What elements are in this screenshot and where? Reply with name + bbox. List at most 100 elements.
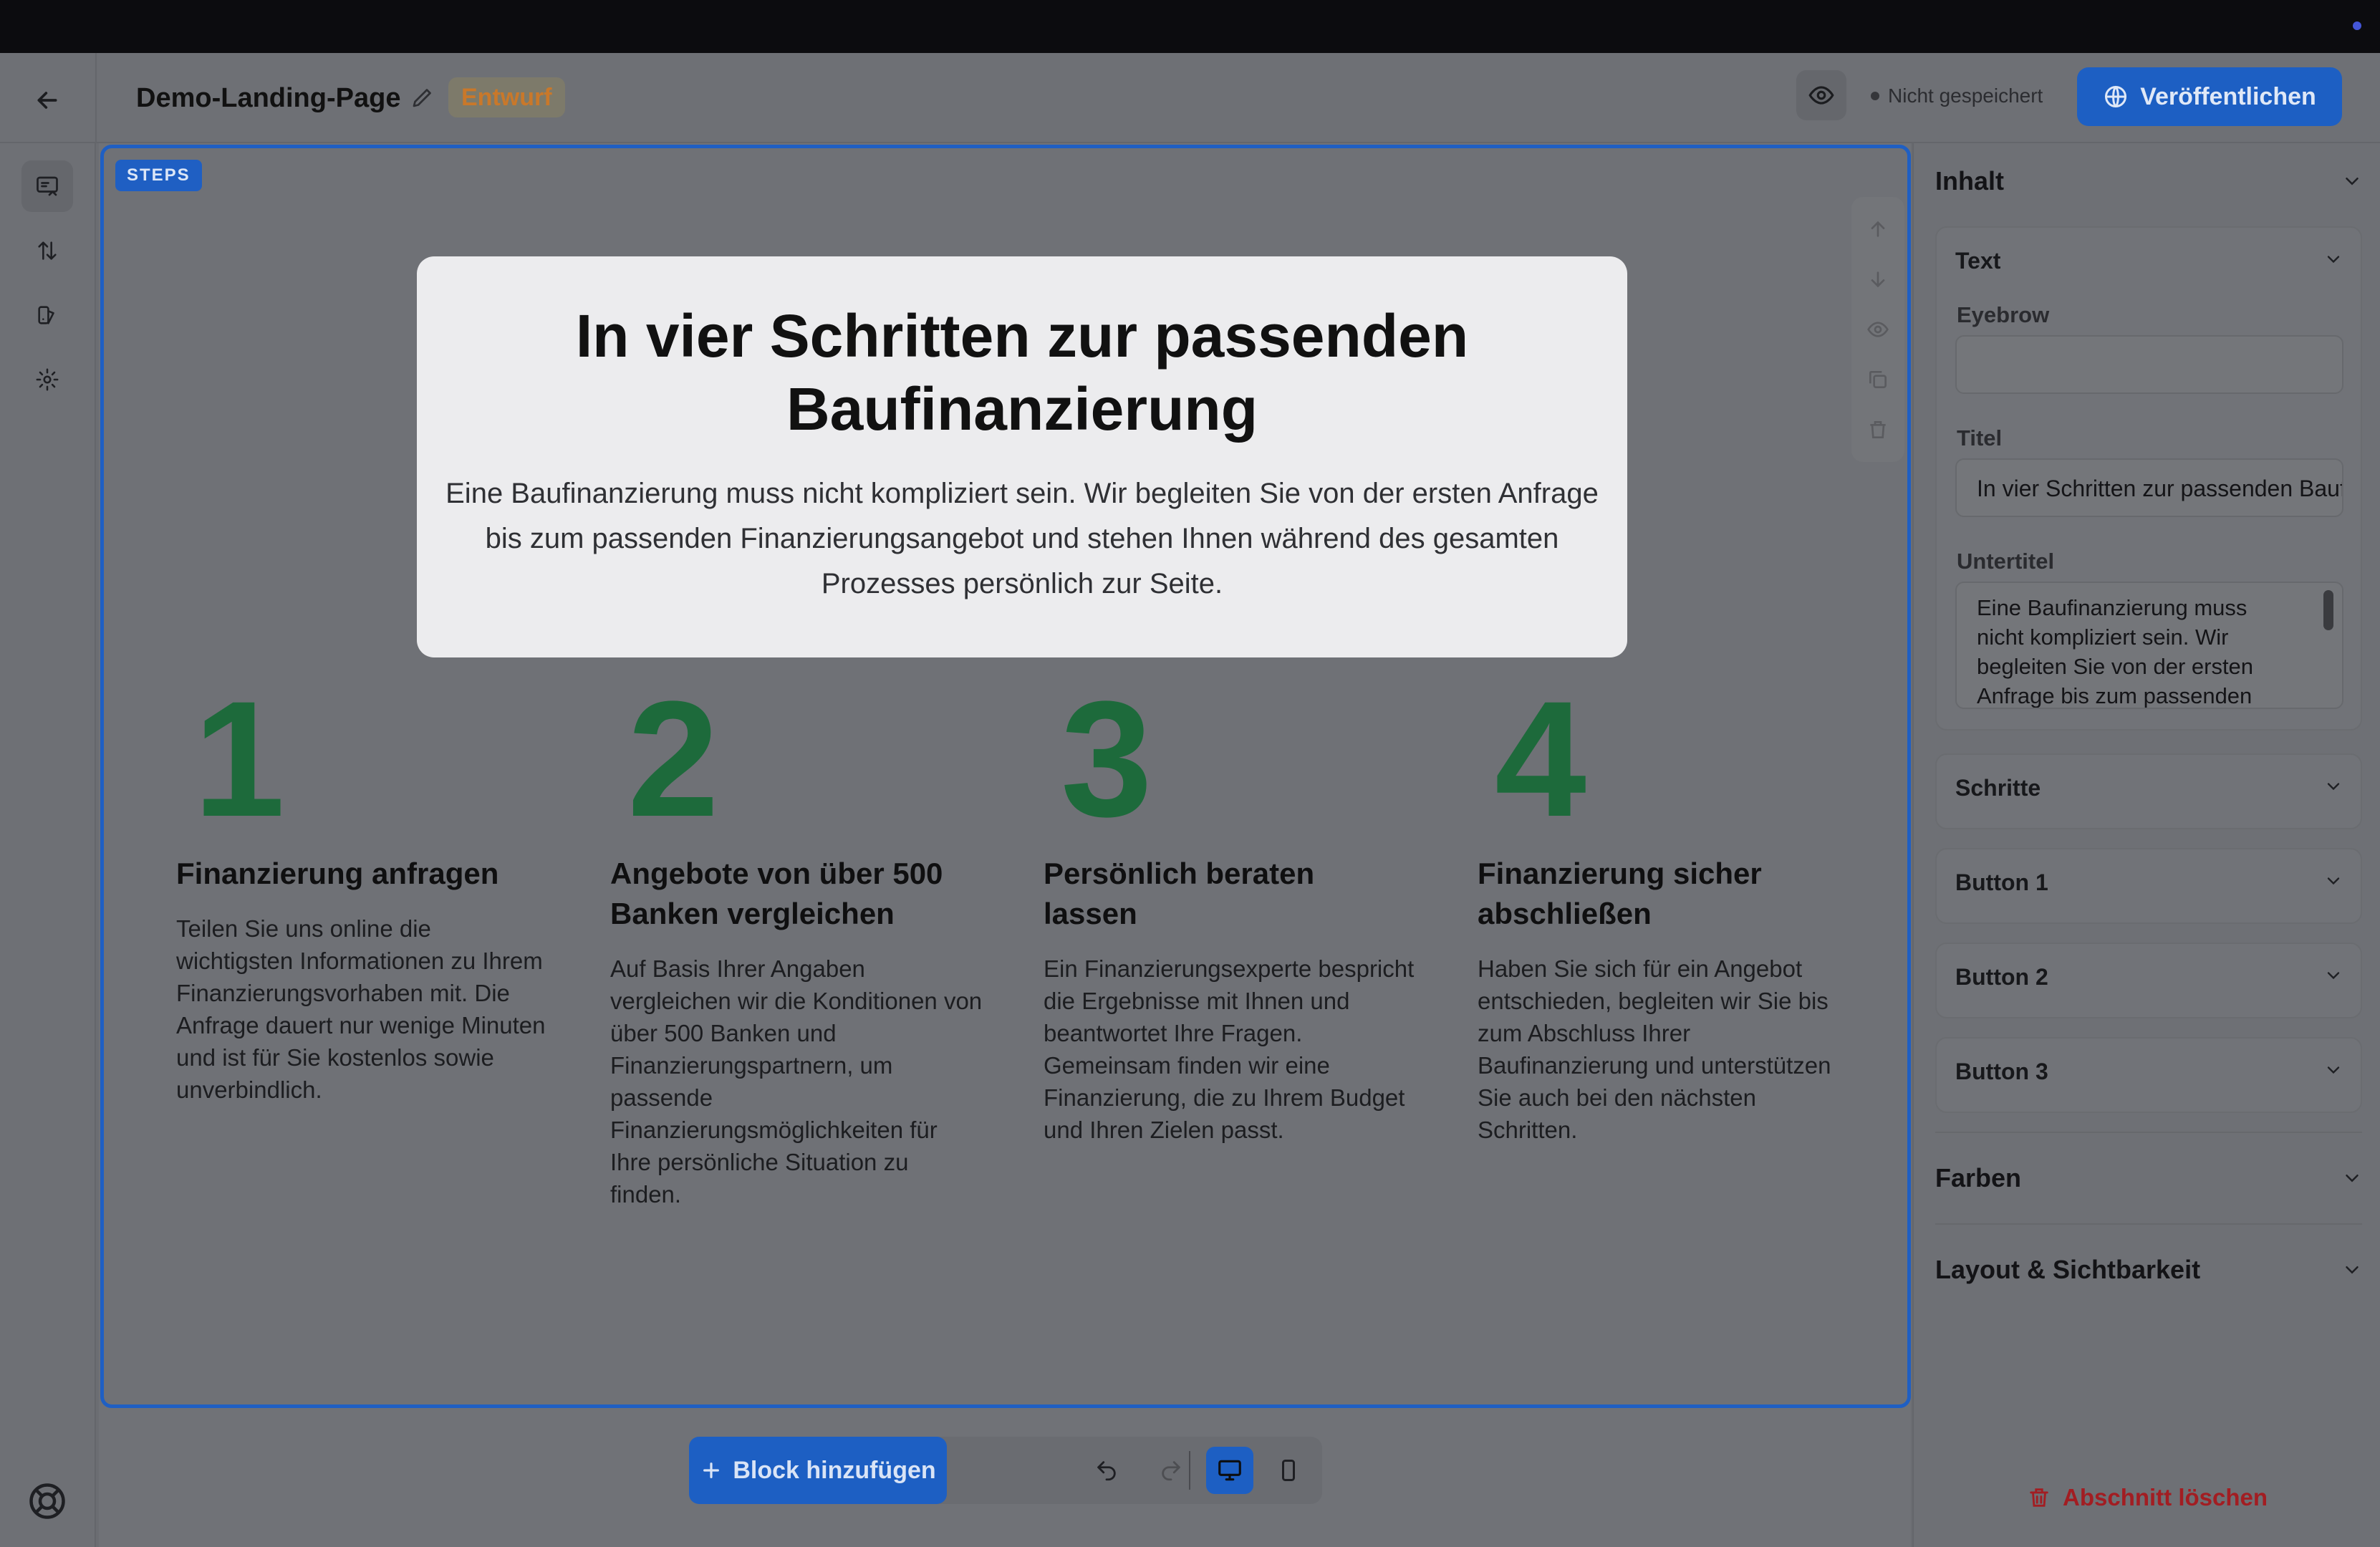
toolbar-divider [1189,1451,1190,1490]
publish-button[interactable]: Veröffentlichen [2077,67,2342,126]
redo-icon [1162,1461,1180,1481]
layout-heading[interactable]: Layout & Sichtbarkeit [1935,1255,2200,1285]
status-dot [2353,21,2361,30]
trash-icon[interactable] [1866,418,1889,441]
step-number: 4 [1495,667,1586,851]
back-button[interactable] [26,80,69,120]
system-top-bar [0,0,2380,53]
preview-button[interactable] [1796,70,1846,120]
text-card-title[interactable]: Text [1955,248,2000,274]
button-1-card[interactable]: Button 1 [1935,848,2362,924]
delete-section-label: Abschnitt löschen [2063,1484,2268,1510]
page-title: Demo-Landing-Page [136,83,401,113]
text-card: Text Eyebrow Titel In vier Schritten zur… [1935,226,2362,731]
editor-header: Demo-Landing-Page Entwurf Nicht gespeich… [0,53,2380,143]
step-title: Finanzierung anfragen [176,857,499,890]
properties-panel: Inhalt Text Eyebrow Titel In vier Schrit… [1912,143,2380,1547]
button-2-card[interactable]: Button 2 [1935,943,2362,1018]
eye-icon [1808,86,1834,105]
steps-card-title: Schritte [1955,775,2041,801]
help-button[interactable] [26,1480,69,1526]
plus-icon [703,1462,720,1478]
eyebrow-label: Eyebrow [1957,302,2050,327]
save-status: Nicht gespeichert [1871,85,2043,107]
save-status-label: Nicht gespeichert [1888,85,2043,107]
left-toolbar [0,143,96,1547]
section-tools [1851,197,1904,462]
arrow-left-icon [37,92,57,109]
title-label: Titel [1957,425,2003,450]
add-block-label: Block hinzufügen [733,1456,936,1484]
chevron-down-icon[interactable] [2341,1167,2363,1189]
content-heading[interactable]: Inhalt [1935,166,2004,196]
step-number: 1 [193,667,285,851]
section-type-tag: STEPS [115,160,202,191]
move-down-icon[interactable] [1866,268,1889,291]
lifebuoy-icon [29,1483,65,1519]
step-description: Auf Basis Ihrer Angaben vergleichen wir … [610,955,983,1208]
add-block-button[interactable]: Block hinzufügen [689,1437,947,1504]
section-subtitle: Eine Baufinanzierung muss nicht komplizi… [445,478,1599,599]
step-item[interactable]: 2 Angebote von über 500 Banken vergleich… [610,673,983,1210]
chevron-down-icon[interactable] [2323,249,2343,269]
reorder-tool-button[interactable] [21,225,73,276]
step-title: Persönlich beraten lassen [1044,857,1315,930]
chevron-down-icon[interactable] [2323,965,2343,985]
undo-button[interactable] [1083,1447,1130,1494]
section-heading-card[interactable]: In vier Schritten zur passenden Baufinan… [417,256,1627,657]
steps-card[interactable]: Schritte [1935,753,2362,829]
desktop-view-button[interactable] [1206,1447,1253,1494]
button-1-card-title: Button 1 [1955,869,2048,895]
step-item[interactable]: 1 Finanzierung anfragen Teilen Sie uns o… [176,673,549,1106]
gear-icon [36,368,59,391]
button-3-card[interactable]: Button 3 [1935,1037,2362,1113]
settings-tool-button[interactable] [21,354,73,405]
blocks-tool-button[interactable] [21,160,73,212]
subtitle-label: Untertitel [1957,549,2055,574]
publish-label: Veröffentlichen [2140,82,2316,110]
section-title: In vier Schritten zur passenden Baufinan… [575,302,1469,443]
eyebrow-field[interactable] [1955,335,2343,394]
step-title: Angebote von über 500 Banken vergleichen [610,857,943,930]
visibility-icon[interactable] [1866,318,1889,341]
move-up-icon[interactable] [1866,218,1889,241]
textarea-scrollbar[interactable] [2323,590,2333,630]
bottom-toolbar: Block hinzufügen [689,1437,1322,1504]
button-3-card-title: Button 3 [1955,1059,2048,1084]
rename-button[interactable] [410,85,435,114]
phone-icon [1282,1460,1295,1481]
step-title: Finanzierung sicher abschließen [1478,857,1762,930]
theme-tool-button[interactable] [21,289,73,341]
chevron-down-icon[interactable] [2341,170,2363,192]
sort-arrows-icon [38,241,57,260]
subtitle-text: Eine Baufinanzierung muss nicht komplizi… [1977,595,2254,708]
title-field[interactable]: In vier Schritten zur passenden Baufinan… [1955,458,2343,517]
pencil-icon [413,89,431,107]
monitor-icon [1218,1460,1241,1481]
step-description: Ein Finanzierungsexperte bespricht die E… [1044,955,1415,1143]
step-item[interactable]: 3 Persönlich beraten lassen Ein Finanzie… [1044,673,1416,1146]
status-badge: Entwurf [448,77,565,117]
section-divider [1935,1132,2362,1133]
step-description: Haben Sie sich für ein Angebot entschied… [1478,955,1831,1143]
trash-icon [2030,1488,2048,1507]
chevron-down-icon[interactable] [2341,1259,2363,1281]
redo-button[interactable] [1147,1447,1195,1494]
globe-icon [2105,86,2127,107]
subtitle-textarea[interactable]: Eine Baufinanzierung muss nicht komplizi… [1955,582,2343,709]
chevron-down-icon[interactable] [2323,871,2343,891]
delete-section-button[interactable]: Abschnitt löschen [2027,1484,2268,1511]
button-2-card-title: Button 2 [1955,964,2048,990]
undo-icon [1097,1461,1116,1481]
palette-icon [38,306,54,324]
step-item[interactable]: 4 Finanzierung sicher abschließen Haben … [1478,673,1850,1146]
step-number: 3 [1061,667,1152,851]
chevron-down-icon[interactable] [2323,1060,2343,1080]
colors-heading[interactable]: Farben [1935,1163,2021,1193]
mobile-view-button[interactable] [1265,1447,1312,1494]
duplicate-icon[interactable] [1866,368,1889,391]
layout-edit-icon [37,176,58,196]
step-description: Teilen Sie uns online die wichtigsten In… [176,915,546,1103]
step-number: 2 [627,667,719,851]
chevron-down-icon[interactable] [2323,776,2343,796]
